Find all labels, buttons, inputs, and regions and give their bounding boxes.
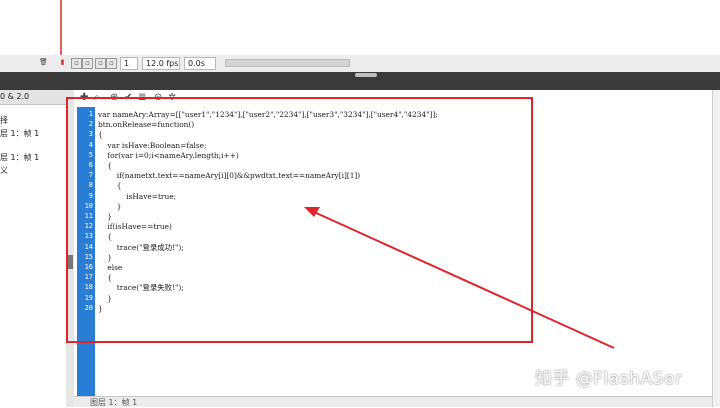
watermark-text: 知乎 @FlashASer (535, 369, 683, 389)
annotation-arrow (304, 207, 615, 349)
